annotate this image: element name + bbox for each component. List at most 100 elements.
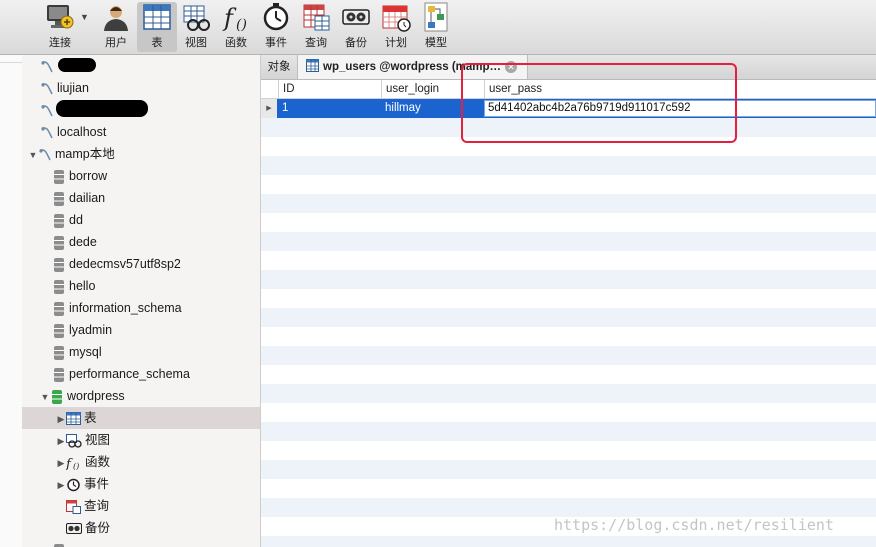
disclosure-collapsed-icon[interactable]: ▶ — [56, 452, 66, 474]
tab-objects[interactable]: 对象 — [261, 55, 298, 79]
sidebar-object-group-label: 表 — [84, 411, 97, 425]
connection-icon — [41, 104, 53, 117]
empty-row — [261, 156, 876, 175]
sidebar-connection-redacted-1[interactable] — [40, 55, 57, 77]
disclosure-expanded-icon[interactable]: ▼ — [28, 144, 38, 166]
empty-row — [261, 213, 876, 232]
table-icon — [143, 4, 171, 30]
toolbar-connect-label: 连接 — [49, 37, 71, 49]
empty-row — [261, 289, 876, 308]
sidebar-database-item[interactable]: lyadmin — [52, 319, 112, 341]
disclosure-expanded-icon[interactable]: ▼ — [40, 386, 50, 408]
database-icon — [54, 191, 64, 206]
database-icon — [54, 257, 64, 272]
disclosure-collapsed-icon[interactable]: ▶ — [56, 474, 66, 496]
database-icon — [54, 543, 64, 547]
sidebar-object-group-item[interactable]: ▶ 表 — [22, 407, 260, 429]
empty-row — [261, 422, 876, 441]
connection-icon — [41, 82, 53, 95]
toolbar-backup-button[interactable]: 备份 — [336, 2, 376, 52]
toolbar-connect-button[interactable]: 连接 — [40, 2, 80, 52]
toolbar-backup-label: 备份 — [345, 37, 367, 49]
view-icon — [183, 5, 210, 31]
sidebar-object-group-label: 视图 — [85, 433, 111, 447]
database-icon — [54, 301, 64, 316]
database-icon — [54, 213, 64, 228]
database-icon — [54, 169, 64, 184]
sidebar-database-item[interactable]: information_schema — [52, 297, 182, 319]
main-toolbar: 连接 ▼ 用户 表 视图 f () 函数 事件 查询 备份 计划 模型 — [0, 0, 876, 55]
sidebar-object-group-item[interactable]: 查询 — [22, 495, 260, 517]
sidebar-database-item[interactable]: performance_schema — [52, 363, 190, 385]
query-icon — [66, 499, 81, 514]
sidebar-database-item[interactable]: dedecmsv57utf8sp2 — [52, 253, 181, 275]
toolbar-function-button[interactable]: f () 函数 — [216, 2, 256, 52]
sidebar-database-item[interactable]: mysql — [52, 341, 102, 363]
column-header-id[interactable]: ID — [278, 80, 381, 98]
svg-text:f: f — [66, 457, 73, 470]
empty-row — [261, 175, 876, 194]
sidebar-object-group-item[interactable]: ▶ f() 函数 — [22, 451, 260, 473]
navigation-sidebar: liujian localhost ▼ mamp本地 borrow dailian d… — [22, 55, 261, 547]
sidebar-database-item[interactable]: dailian — [52, 187, 105, 209]
empty-row — [261, 460, 876, 479]
database-icon — [54, 367, 64, 382]
empty-row — [261, 308, 876, 327]
toolbar-model-button[interactable]: 模型 — [416, 2, 456, 52]
sidebar-connection-liujian[interactable]: liujian — [40, 77, 89, 99]
sidebar-database-item[interactable]: ▼ wordpress — [40, 385, 125, 407]
sidebar-database-label: lyadmin — [69, 323, 113, 337]
toolbar-table-label: 表 — [151, 37, 163, 49]
sidebar-object-group-item[interactable]: ▶ 事件 — [22, 473, 260, 495]
sidebar-database-item[interactable]: dd — [52, 209, 83, 231]
sidebar-database-partial[interactable] — [52, 539, 69, 547]
sidebar-database-label: performance_schema — [69, 367, 190, 381]
toolbar-view-button[interactable]: 视图 — [176, 2, 216, 52]
sidebar-database-label: borrow — [69, 169, 108, 183]
disclosure-collapsed-icon[interactable]: ▶ — [56, 408, 66, 430]
sidebar-connection-localhost[interactable]: localhost — [40, 121, 106, 143]
sidebar-object-group-item[interactable]: 备份 — [22, 517, 260, 539]
empty-row — [261, 479, 876, 498]
disclosure-collapsed-icon[interactable]: ▶ — [56, 430, 66, 452]
database-icon — [54, 323, 64, 338]
empty-row — [261, 536, 876, 547]
empty-row — [261, 384, 876, 403]
sidebar-object-group-label: 函数 — [85, 455, 111, 469]
function-icon: f() — [66, 457, 79, 470]
database-icon — [54, 345, 64, 360]
sidebar-connection-redacted-2[interactable] — [40, 99, 57, 121]
chevron-down-icon[interactable]: ▼ — [80, 12, 89, 22]
toolbar-query-button[interactable]: 查询 — [296, 2, 336, 52]
sidebar-database-item[interactable]: borrow — [52, 165, 107, 187]
sidebar-object-group-item[interactable]: ▶ 视图 — [22, 429, 260, 451]
empty-row — [261, 194, 876, 213]
toolbar-view-label: 视图 — [185, 37, 207, 49]
sidebar-connection-label: liujian — [57, 81, 89, 95]
sidebar-database-label: information_schema — [69, 301, 182, 315]
toolbar-user-button[interactable]: 用户 — [96, 2, 136, 52]
function-icon: f () — [222, 4, 247, 32]
empty-row — [261, 498, 876, 517]
event-icon — [67, 478, 80, 492]
sidebar-database-label: hello — [69, 279, 96, 293]
sidebar-database-item[interactable]: hello — [52, 275, 95, 297]
toolbar-event-button[interactable]: 事件 — [256, 2, 296, 52]
connect-icon — [47, 5, 74, 29]
sidebar-object-group-label: 事件 — [84, 477, 110, 491]
sidebar-connection-mamp[interactable]: ▼ mamp本地 — [28, 143, 115, 165]
sidebar-database-label: mysql — [69, 345, 102, 359]
background-window-edge: htt — [0, 0, 23, 547]
sidebar-connection-label: mamp本地 — [55, 147, 115, 161]
connection-icon — [39, 148, 51, 161]
toolbar-schedule-button[interactable]: 计划 — [376, 2, 416, 52]
highlight-annotation-box — [461, 63, 737, 143]
toolbar-table-button[interactable]: 表 — [137, 2, 177, 52]
empty-row — [261, 251, 876, 270]
connection-icon — [41, 60, 53, 73]
cell-id[interactable]: 1 — [278, 99, 381, 118]
redacted-connection-name — [58, 58, 96, 72]
sidebar-database-label: dd — [69, 213, 83, 227]
svg-text:(): () — [73, 462, 79, 470]
sidebar-database-item[interactable]: dede — [52, 231, 97, 253]
